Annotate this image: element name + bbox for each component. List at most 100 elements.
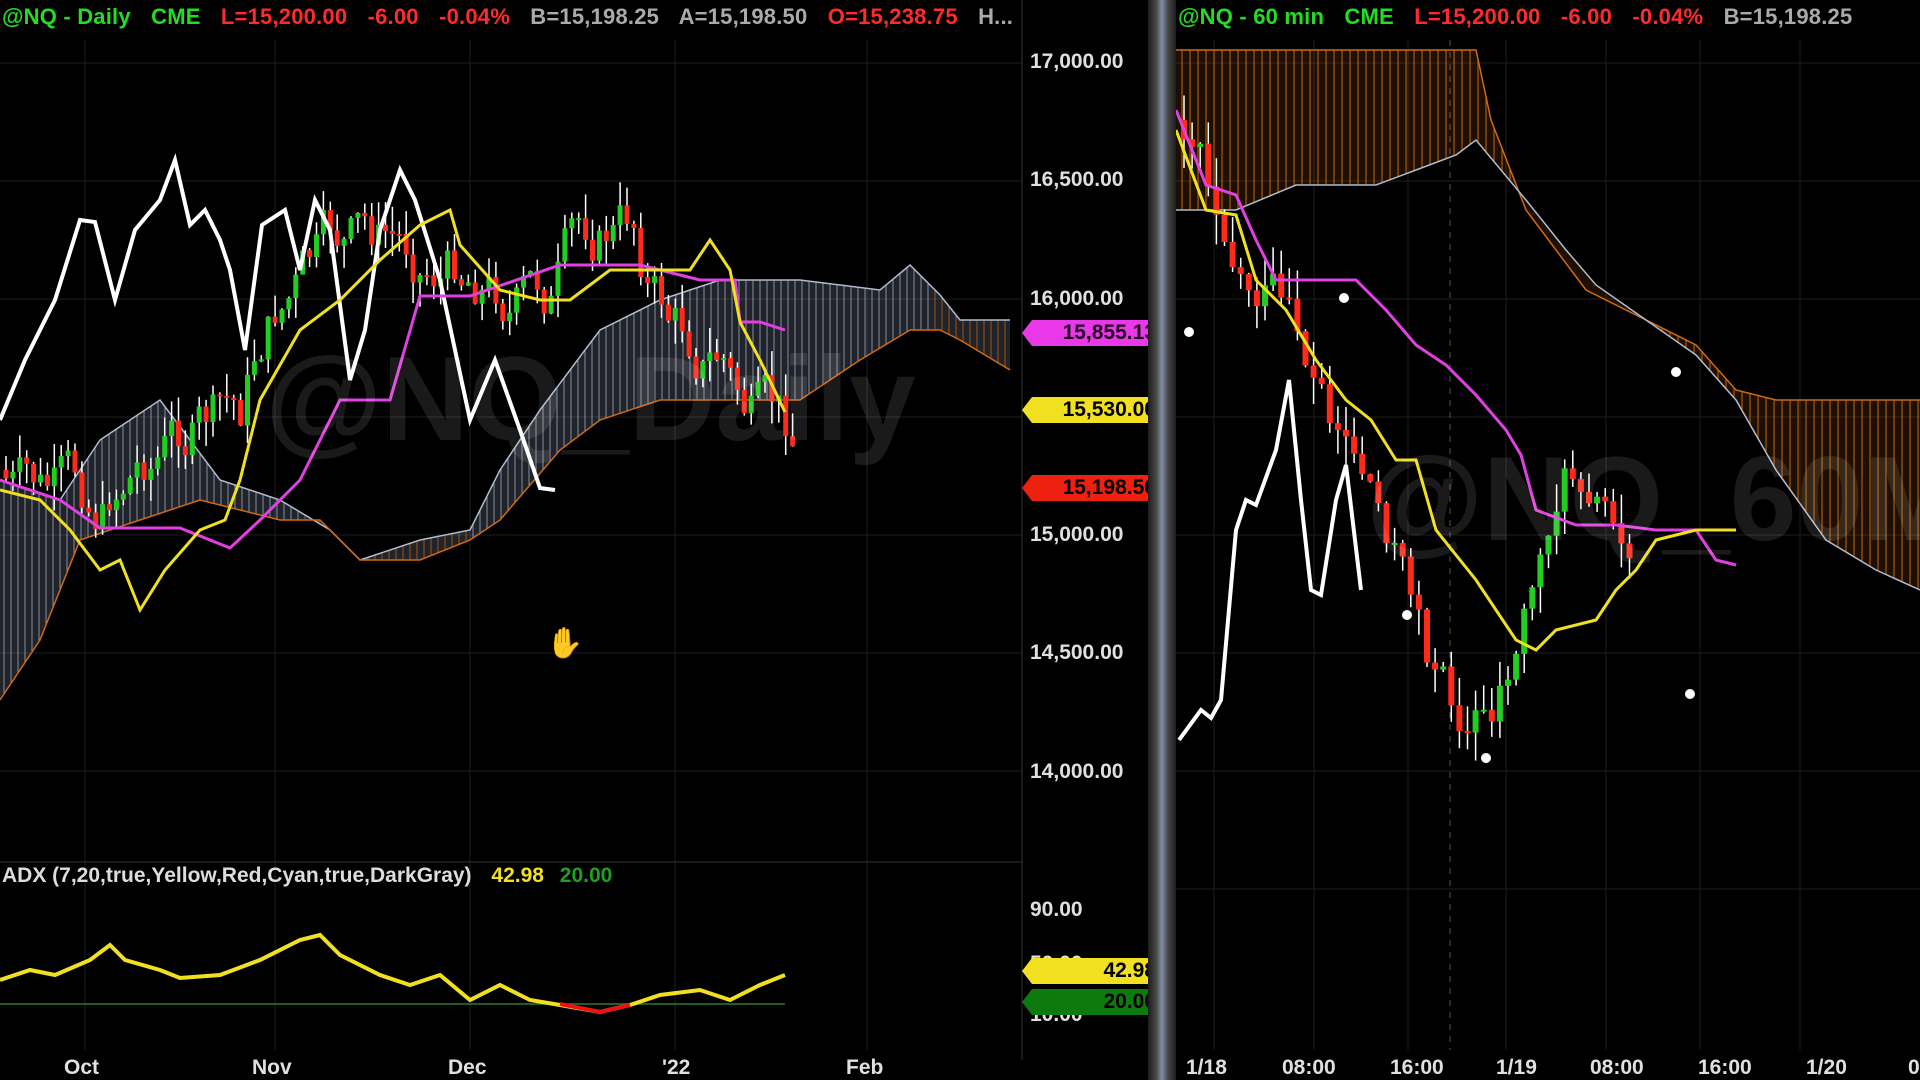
candle-body — [341, 238, 347, 246]
candle-body — [348, 217, 354, 239]
price-axis-label: 17,000.00 — [1030, 50, 1124, 73]
candle-body — [293, 274, 299, 299]
candle-body — [1237, 267, 1244, 275]
candle-body — [3, 470, 9, 479]
candle-body — [120, 493, 126, 500]
candle-body — [590, 239, 595, 261]
candle-body — [465, 282, 471, 286]
time-axis-label: 1/20 — [1806, 1056, 1847, 1079]
adx-low-segment — [559, 1002, 631, 1015]
pane-splitter[interactable] — [1148, 0, 1176, 1080]
candle-body — [1480, 709, 1487, 712]
price-axis-label: 14,500.00 — [1030, 641, 1124, 664]
tenkan-price-tag: 15,530.00 — [1022, 397, 1148, 423]
time-axis-label: 16:00 — [1698, 1056, 1752, 1079]
candle-body — [1496, 685, 1503, 722]
candle-body — [51, 467, 57, 487]
candle-body — [10, 471, 16, 479]
adx-axis-label: 90.00 — [1030, 898, 1083, 921]
time-axis-label: '22 — [662, 1056, 691, 1079]
candle-body — [1424, 609, 1430, 663]
candle-body — [659, 276, 664, 305]
candle-body — [169, 420, 175, 437]
exchange-label: CME — [1344, 4, 1394, 29]
candle-body — [107, 504, 112, 511]
candle-body — [617, 205, 623, 225]
price-axis-label: 16,500.00 — [1030, 168, 1124, 191]
candle-body — [1440, 666, 1447, 670]
candle-body — [148, 468, 154, 480]
candle-body — [514, 287, 520, 313]
last-price-tag: 15,198.50 — [1022, 475, 1148, 501]
hourly-quote-header: @NQ - 60 min CME L=15,200.00 -6.00 -0.04… — [1178, 4, 1866, 30]
candle-body — [1448, 666, 1455, 706]
candle-body — [58, 456, 64, 468]
candle-body — [251, 361, 257, 375]
candle-body — [72, 450, 78, 473]
candle-body — [1359, 453, 1366, 475]
candle-body — [79, 472, 85, 508]
candle-body — [507, 312, 513, 321]
time-axis-label: 0 — [1908, 1056, 1920, 1079]
candle-body — [141, 462, 147, 480]
candle-body — [224, 395, 230, 398]
candle-body — [355, 212, 361, 218]
candle-body — [217, 394, 223, 397]
time-axis-label: 1/18 — [1186, 1056, 1227, 1079]
candle-body — [500, 303, 506, 321]
candle-body — [665, 304, 671, 321]
symbol-label: @NQ - 60 min — [1178, 4, 1325, 29]
candle-body — [127, 477, 133, 494]
candle-body — [383, 224, 388, 232]
time-axis-label: 16:00 — [1390, 1056, 1444, 1079]
symbol-label: @NQ - Daily — [2, 4, 131, 29]
candle-body — [86, 507, 92, 513]
ask-price: A=15,198.50 — [678, 4, 808, 29]
candle-body — [389, 231, 395, 234]
candle-body — [210, 394, 216, 422]
kijun-price-tag: 15,855.13 — [1022, 320, 1148, 346]
candle-body — [458, 279, 464, 286]
candle-body — [258, 359, 264, 362]
candle-body — [1221, 214, 1228, 242]
candle-body — [576, 218, 582, 221]
candle-body — [417, 275, 423, 283]
extreme-marker — [1339, 293, 1349, 303]
bid-price: B=15,198.25 — [1723, 4, 1853, 29]
candle-body — [452, 250, 457, 280]
candle-body — [31, 463, 37, 483]
candle-body — [24, 457, 30, 464]
candle-body — [1245, 274, 1252, 291]
candle-body — [196, 406, 202, 423]
candle-body — [1415, 594, 1422, 610]
candle-body — [652, 276, 658, 283]
exchange-label: CME — [151, 4, 201, 29]
hourly-watermark: @NQ_60Min — [1366, 432, 1920, 566]
daily-watermark: @NQ_Daily — [265, 332, 916, 466]
candle-body — [314, 234, 319, 257]
daily-quote-header: @NQ - Daily CME L=15,200.00 -6.00 -0.04%… — [2, 4, 1027, 30]
candle-body — [541, 289, 547, 314]
adx-threshold: 20.00 — [559, 864, 613, 887]
adx-value-tag: 42.98 — [1022, 958, 1148, 984]
daily-price-plot[interactable] — [0, 0, 1148, 1080]
daily-chart-pane[interactable]: @NQ_Daily @NQ - Daily CME L=15,200.00 -6… — [0, 0, 1148, 1080]
candle-body — [100, 504, 106, 529]
hourly-chart-pane[interactable]: @NQ_60Min @NQ - 60 min CME L=15,200.00 -… — [1176, 0, 1920, 1080]
candle-body — [334, 230, 340, 246]
candle-body — [596, 230, 602, 261]
pct-change: -0.04% — [1632, 4, 1704, 29]
candle-body — [362, 212, 368, 217]
candle-body — [1229, 241, 1236, 268]
candle-body — [1513, 653, 1520, 680]
extreme-marker — [1671, 367, 1681, 377]
candle-body — [645, 277, 651, 283]
candle-body — [624, 205, 630, 224]
candle-body — [603, 230, 609, 242]
candle-body — [1521, 608, 1528, 654]
tenkan-line — [1176, 129, 1736, 652]
candle-body — [396, 233, 402, 236]
extreme-marker — [1184, 327, 1194, 337]
candle-body — [189, 422, 195, 456]
candle-body — [424, 275, 430, 278]
